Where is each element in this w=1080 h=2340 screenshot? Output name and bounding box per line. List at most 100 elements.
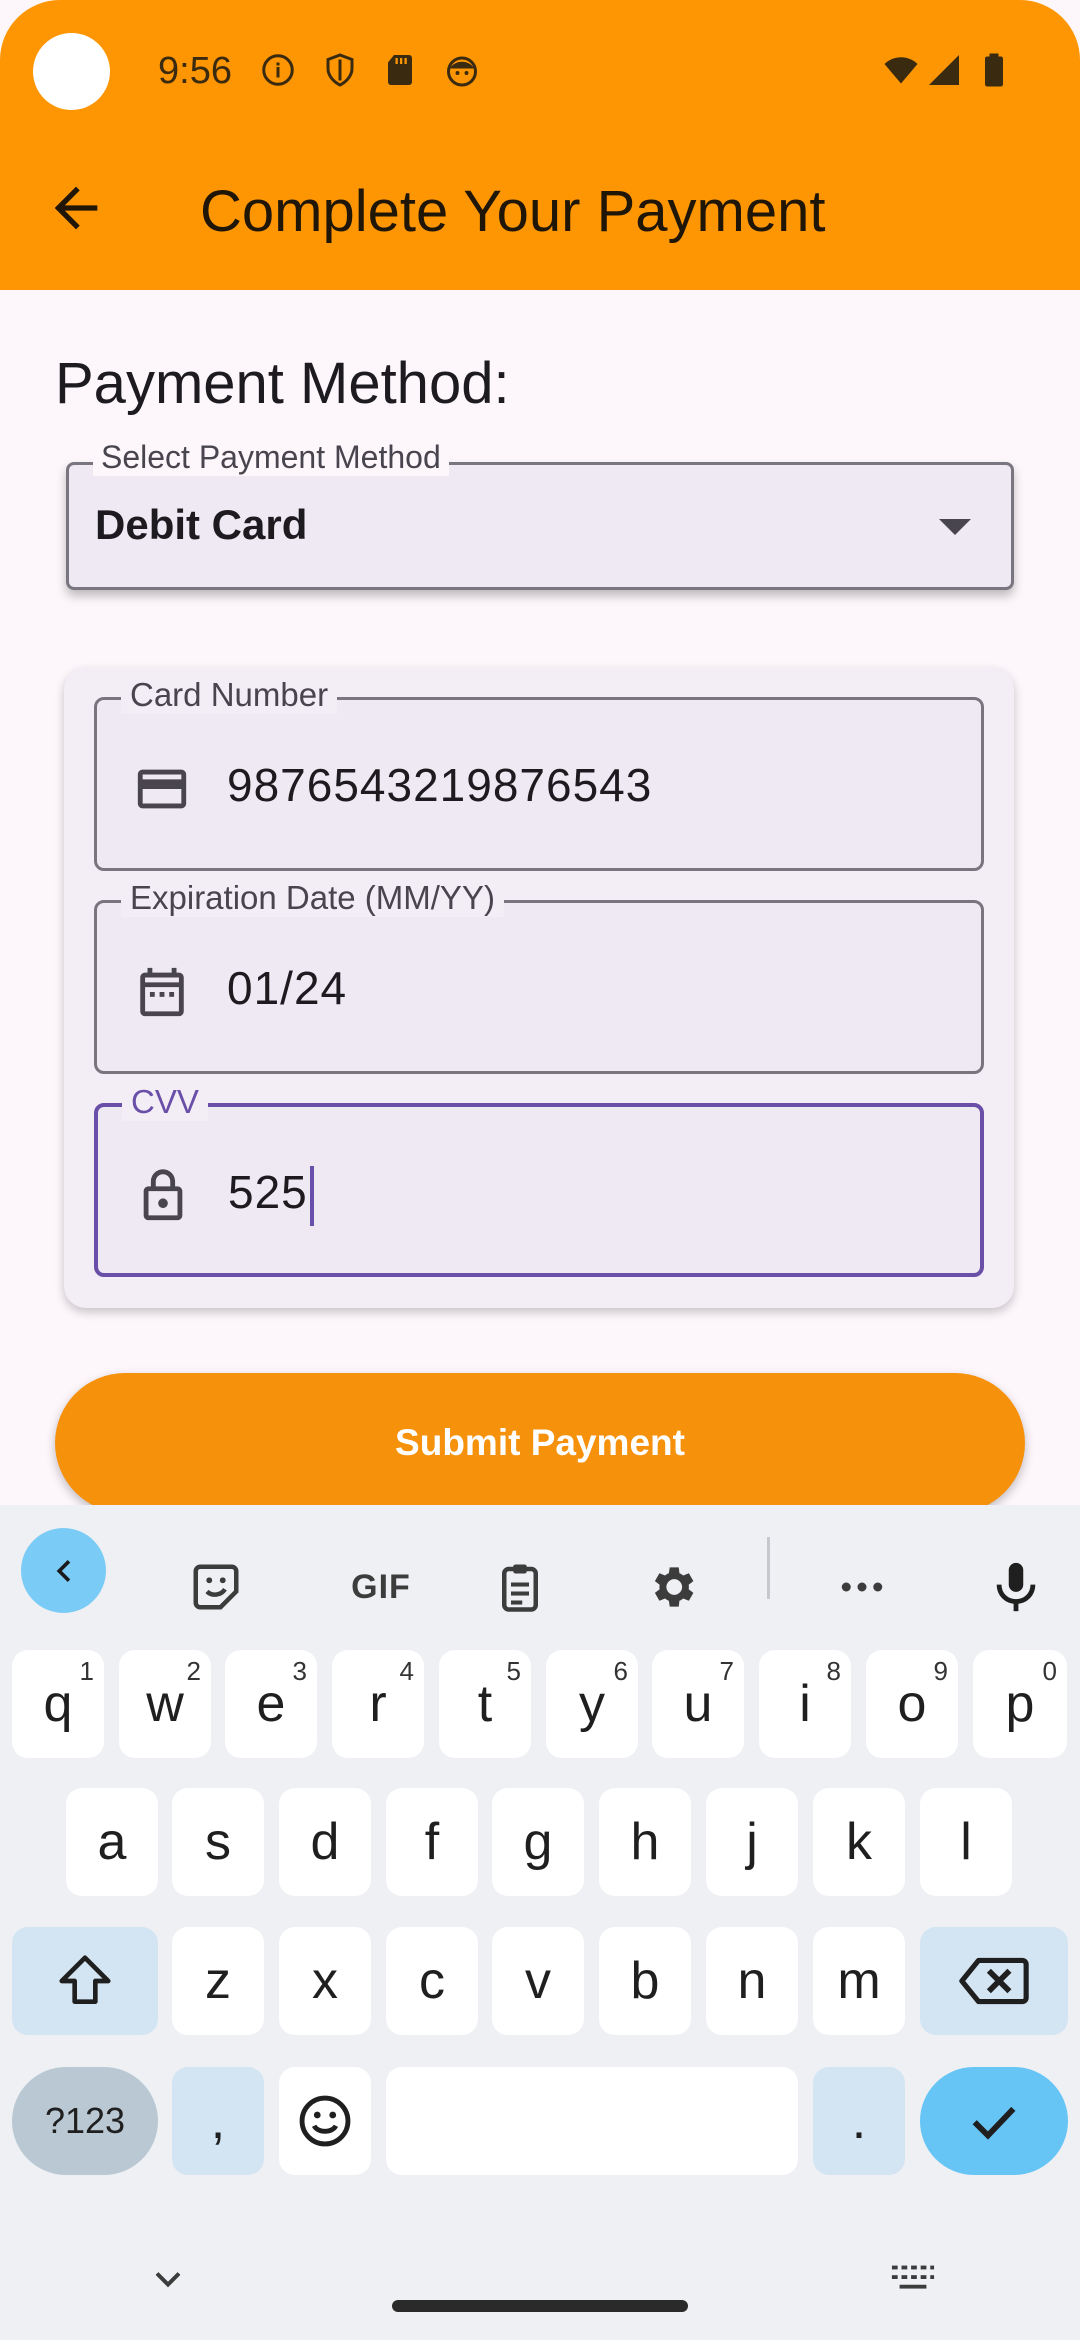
card-number-value: 9876543219876543 (227, 759, 653, 811)
gif-label: GIF (351, 1567, 411, 1606)
card-number-label: Card Number (121, 676, 338, 714)
wifi-icon (884, 57, 918, 84)
comma-key[interactable]: , (172, 2067, 264, 2175)
checkmark-icon (972, 2106, 1016, 2140)
symbols-key[interactable]: ?123 (12, 2067, 158, 2175)
key-f[interactable]: f (386, 1788, 478, 1896)
keyboard-collapse-button[interactable] (21, 1528, 106, 1613)
key-k[interactable]: k (813, 1788, 905, 1896)
key-t[interactable]: t5 (439, 1650, 531, 1758)
gif-button[interactable]: GIF (326, 1545, 436, 1629)
key-label: o (897, 1675, 927, 1733)
calendar-icon (140, 967, 184, 1017)
keyboard-switch-icon[interactable] (890, 2257, 936, 2301)
key-label: i (799, 1675, 811, 1733)
key-o[interactable]: o9 (866, 1650, 958, 1758)
key-hint: 4 (399, 1656, 414, 1686)
hide-keyboard-chevron-icon[interactable] (146, 2257, 190, 2301)
back-arrow-icon[interactable] (44, 176, 108, 240)
key-hint: 2 (186, 1656, 201, 1686)
key-label: t (477, 1675, 493, 1733)
key-hint: 1 (79, 1656, 94, 1686)
key-g[interactable]: g (492, 1788, 584, 1896)
clipboard-icon (502, 1564, 538, 1612)
emoji-icon (299, 2095, 351, 2147)
shield-icon (326, 53, 354, 87)
key-e[interactable]: e3 (225, 1650, 317, 1758)
text-cursor (309, 1165, 314, 1226)
dropdown-arrow-icon (939, 519, 971, 535)
key-hint: 6 (613, 1656, 628, 1686)
key-hint: 3 (292, 1656, 307, 1686)
microphone-icon (996, 1562, 1036, 1612)
key-hint: 8 (826, 1656, 841, 1686)
key-u[interactable]: u7 (652, 1650, 744, 1758)
payment-method-dropdown[interactable]: Select Payment Method Debit Card (66, 439, 1014, 590)
dropdown-value: Debit Card (95, 501, 308, 548)
payment-screen: 9:56 Complete Your Payment Payment Metho… (0, 0, 1080, 2340)
key-label: u (683, 1675, 713, 1733)
key-n[interactable]: n (706, 1927, 798, 2035)
expiration-date-label: Expiration Date (MM/YY) (121, 879, 504, 917)
card-number-field[interactable]: Card Number 9876543219876543 (94, 676, 984, 871)
shift-key[interactable] (12, 1927, 158, 2035)
card-details-card: Card Number 9876543219876543 Expiration … (64, 668, 1014, 1308)
backspace-icon (959, 1957, 1029, 2005)
key-label: w (146, 1675, 184, 1733)
period-key[interactable]: . (813, 2067, 905, 2175)
sticker-button[interactable] (174, 1545, 258, 1629)
chevron-left-icon (56, 1559, 70, 1582)
key-s[interactable]: s (172, 1788, 264, 1896)
key-l[interactable]: l (920, 1788, 1012, 1896)
expiration-date-field[interactable]: Expiration Date (MM/YY) 01/24 (94, 879, 984, 1074)
clipboard-button[interactable] (478, 1545, 562, 1629)
key-label: p (1005, 1675, 1035, 1733)
submit-payment-button[interactable]: Submit Payment (55, 1373, 1025, 1513)
settings-button[interactable] (630, 1545, 714, 1629)
camera-cutout (33, 33, 110, 110)
shift-icon (59, 1955, 111, 2004)
more-button[interactable] (820, 1545, 904, 1629)
voice-input-button[interactable] (974, 1545, 1058, 1629)
key-a[interactable]: a (66, 1788, 158, 1896)
more-horizontal-icon (841, 1582, 883, 1592)
key-b[interactable]: b (599, 1927, 691, 2035)
key-w[interactable]: w2 (119, 1650, 211, 1758)
key-j[interactable]: j (706, 1788, 798, 1896)
enter-key[interactable] (920, 2067, 1068, 2175)
sticker-icon (193, 1564, 239, 1610)
key-label: y (579, 1675, 605, 1733)
key-r[interactable]: r4 (332, 1650, 424, 1758)
expiration-date-value: 01/24 (227, 962, 348, 1014)
home-indicator[interactable] (392, 2300, 688, 2312)
key-i[interactable]: i8 (759, 1650, 851, 1758)
key-label: q (43, 1675, 73, 1733)
app-bar: 9:56 Complete Your Payment (0, 0, 1080, 290)
signal-icon (929, 55, 959, 85)
key-z[interactable]: z (172, 1927, 264, 2035)
keyboard: GIF q1 w2 e3 r4 t5 y6 u7 i8 o9 p0 a s d … (0, 1505, 1080, 2340)
gear-icon (654, 1567, 694, 1607)
key-m[interactable]: m (813, 1927, 905, 2035)
key-hint: 0 (1042, 1656, 1057, 1686)
key-p[interactable]: p0 (973, 1650, 1067, 1758)
key-c[interactable]: c (386, 1927, 478, 2035)
emoji-key[interactable] (279, 2067, 371, 2175)
key-y[interactable]: y6 (546, 1650, 638, 1758)
toolbar-divider (767, 1537, 770, 1599)
key-x[interactable]: x (279, 1927, 371, 2035)
key-hint: 5 (506, 1656, 521, 1686)
face-icon (447, 56, 477, 87)
key-q[interactable]: q1 (12, 1650, 104, 1758)
dropdown-label: Select Payment Method (93, 439, 449, 476)
lock-icon (143, 1169, 183, 1221)
key-d[interactable]: d (279, 1788, 371, 1896)
backspace-key[interactable] (920, 1927, 1068, 2035)
section-title: Payment Method: (55, 351, 510, 416)
key-h[interactable]: h (599, 1788, 691, 1896)
space-key[interactable] (386, 2067, 798, 2175)
key-hint: 7 (719, 1656, 734, 1686)
info-icon (262, 54, 294, 86)
cvv-field[interactable]: CVV 525 (94, 1083, 984, 1277)
key-v[interactable]: v (492, 1927, 584, 2035)
